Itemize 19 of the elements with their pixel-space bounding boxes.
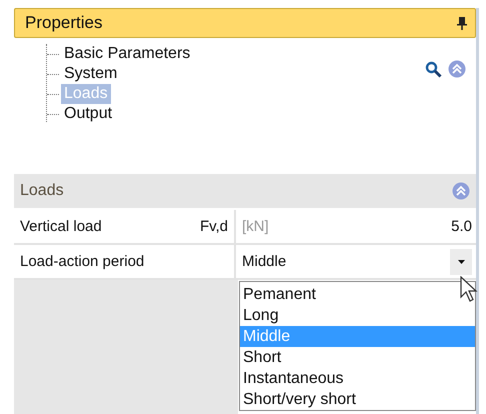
property-label: Vertical load: [20, 218, 102, 235]
dropdown-value: Middle: [242, 253, 286, 270]
tree-item[interactable]: System: [61, 64, 120, 84]
search-icon[interactable]: [425, 60, 442, 78]
collapse-icon[interactable]: [448, 60, 466, 78]
unit-label: [kN]: [242, 218, 269, 235]
value-field[interactable]: [kN] 5.0: [236, 210, 476, 243]
property-value: 5.0: [451, 218, 472, 235]
tree-item[interactable]: Basic Parameters: [61, 44, 194, 64]
section-title: Loads: [20, 182, 64, 200]
property-label: Load-action period: [20, 253, 144, 270]
property-symbol: Fv,d: [200, 218, 228, 235]
panel-title: Properties: [25, 13, 102, 33]
pin-icon[interactable]: [457, 16, 467, 30]
dropdown-button[interactable]: [450, 248, 472, 274]
dropdown-field[interactable]: Middle: [236, 245, 476, 278]
tree-item[interactable]: Output: [61, 104, 116, 124]
collapse-icon[interactable]: [452, 182, 470, 200]
caret-icon: [458, 260, 464, 264]
